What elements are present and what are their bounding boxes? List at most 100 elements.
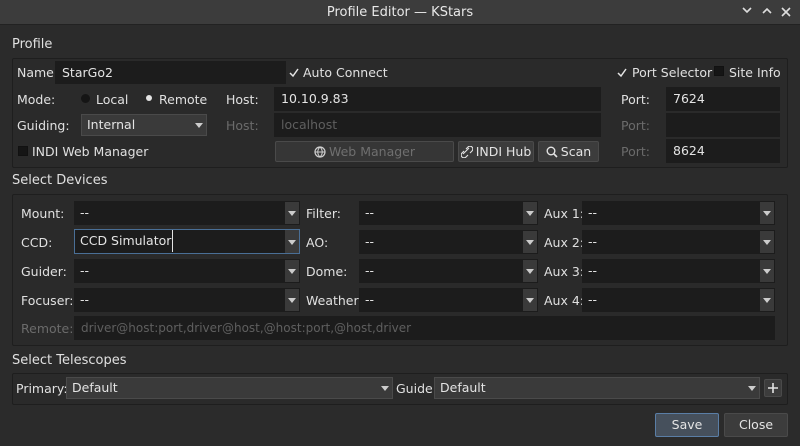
aux4-select-value: -- bbox=[588, 292, 598, 307]
profile-section-title: Profile bbox=[12, 37, 53, 52]
host-label: Host: bbox=[226, 92, 259, 107]
ccd-label: CCD: bbox=[21, 235, 53, 250]
guide-port-input[interactable] bbox=[666, 113, 780, 137]
mode-local-label[interactable]: Local bbox=[96, 92, 128, 107]
filter-select[interactable]: -- bbox=[359, 201, 538, 225]
guider-select-value: -- bbox=[80, 263, 90, 278]
guiding-select[interactable]: Internal bbox=[81, 114, 207, 136]
aux3-select[interactable]: -- bbox=[582, 259, 775, 283]
chevron-down-icon bbox=[285, 230, 299, 253]
minimize-button[interactable] bbox=[738, 4, 756, 22]
name-input[interactable]: StarGo2 bbox=[55, 61, 286, 84]
maximize-button[interactable] bbox=[758, 4, 776, 22]
guiding-label: Guiding: bbox=[17, 118, 70, 133]
guider-select[interactable]: -- bbox=[74, 259, 300, 283]
close-button[interactable]: Close bbox=[724, 413, 788, 437]
scan-button[interactable]: Scan bbox=[538, 141, 599, 162]
indi-web-manager-label[interactable]: INDI Web Manager bbox=[32, 144, 148, 159]
aux4-label: Aux 4: bbox=[544, 293, 585, 308]
chevron-down-icon bbox=[523, 231, 537, 253]
port-label: Port: bbox=[621, 92, 650, 107]
web-manager-label: Web Manager bbox=[328, 144, 416, 159]
port-input[interactable]: 7624 bbox=[666, 87, 780, 111]
telescopes-section-title: Select Telescopes bbox=[12, 353, 127, 368]
auto-connect-checkbox[interactable] bbox=[289, 66, 299, 78]
indi-hub-button[interactable]: INDI Hub bbox=[458, 141, 534, 162]
chevron-up-icon bbox=[762, 7, 772, 14]
chevron-down-icon bbox=[523, 289, 537, 311]
checkmark-icon bbox=[289, 68, 299, 78]
web-manager-button[interactable]: Web Manager bbox=[275, 141, 454, 162]
close-icon bbox=[781, 7, 791, 17]
web-port-input[interactable]: 8624 bbox=[666, 139, 780, 163]
focuser-select[interactable]: -- bbox=[74, 288, 300, 312]
guide-select-value: Default bbox=[440, 380, 486, 395]
chevron-down-icon bbox=[192, 115, 206, 135]
remote-label: Remote: bbox=[21, 321, 74, 336]
guide-port-label: Port: bbox=[621, 118, 650, 133]
name-label: Name: bbox=[17, 65, 59, 80]
mount-select[interactable]: -- bbox=[74, 201, 300, 225]
mode-remote-radio[interactable] bbox=[146, 95, 152, 101]
filter-label: Filter: bbox=[306, 206, 341, 221]
aux2-select[interactable]: -- bbox=[582, 230, 775, 254]
guide-label: Guide: bbox=[396, 381, 437, 396]
site-info-checkbox[interactable] bbox=[714, 66, 724, 76]
aux2-label: Aux 2: bbox=[544, 235, 585, 250]
aux1-select-value: -- bbox=[588, 205, 598, 220]
port-selector-label[interactable]: Port Selector bbox=[632, 65, 712, 80]
port-selector-checkbox[interactable] bbox=[617, 66, 627, 78]
primary-select[interactable]: Default bbox=[66, 377, 393, 399]
dome-select[interactable]: -- bbox=[359, 259, 538, 283]
aux4-select[interactable]: -- bbox=[582, 288, 775, 312]
ao-select-value: -- bbox=[365, 234, 375, 249]
checkmark-icon bbox=[617, 68, 627, 78]
aux1-label: Aux 1: bbox=[544, 206, 585, 221]
chevron-down-icon bbox=[745, 378, 759, 398]
guide-host-label: Host: bbox=[226, 118, 259, 133]
chevron-down-icon bbox=[760, 289, 774, 311]
chevron-down-icon bbox=[285, 202, 299, 224]
host-input[interactable]: 10.10.9.83 bbox=[274, 87, 601, 111]
aux1-select[interactable]: -- bbox=[582, 201, 775, 225]
weather-select[interactable]: -- bbox=[359, 288, 538, 312]
chevron-down-icon bbox=[523, 260, 537, 282]
indi-hub-label: INDI Hub bbox=[475, 144, 532, 159]
search-icon bbox=[546, 146, 558, 158]
close-window-button[interactable] bbox=[777, 4, 795, 22]
site-info-label[interactable]: Site Info bbox=[729, 65, 781, 80]
chevron-down-icon bbox=[285, 289, 299, 311]
mode-local-radio[interactable] bbox=[81, 94, 90, 103]
primary-select-value: Default bbox=[72, 380, 118, 395]
mode-label: Mode: bbox=[17, 92, 56, 107]
aux3-label: Aux 3: bbox=[544, 264, 585, 279]
guide-select[interactable]: Default bbox=[434, 377, 760, 399]
chevron-down-icon bbox=[523, 202, 537, 224]
save-label: Save bbox=[671, 417, 703, 432]
dome-select-value: -- bbox=[365, 263, 375, 278]
add-telescope-button[interactable] bbox=[764, 379, 782, 397]
chevron-down-icon bbox=[760, 202, 774, 224]
ccd-select[interactable]: CCD Simulator bbox=[74, 229, 300, 254]
link-icon bbox=[460, 145, 474, 159]
ao-select[interactable]: -- bbox=[359, 230, 538, 254]
chevron-down-icon bbox=[378, 378, 392, 398]
guider-label: Guider: bbox=[21, 264, 67, 279]
plus-icon bbox=[768, 383, 778, 393]
scan-label: Scan bbox=[560, 144, 592, 159]
indi-web-manager-checkbox[interactable] bbox=[18, 146, 28, 156]
focuser-label: Focuser: bbox=[21, 293, 74, 308]
remote-input[interactable]: driver@host:port,driver@host,@host:port,… bbox=[74, 316, 775, 340]
chevron-down-icon bbox=[760, 231, 774, 253]
weather-select-value: -- bbox=[365, 292, 375, 307]
chevron-down-icon bbox=[742, 7, 752, 14]
auto-connect-label[interactable]: Auto Connect bbox=[303, 65, 388, 80]
guide-host-input[interactable]: localhost bbox=[274, 113, 601, 137]
ao-label: AO: bbox=[306, 235, 329, 250]
focuser-select-value: -- bbox=[80, 292, 90, 307]
chevron-down-icon bbox=[760, 260, 774, 282]
save-button[interactable]: Save bbox=[655, 413, 719, 437]
weather-label: Weather: bbox=[306, 293, 363, 308]
dome-label: Dome: bbox=[306, 264, 348, 279]
mode-remote-label[interactable]: Remote bbox=[159, 92, 207, 107]
